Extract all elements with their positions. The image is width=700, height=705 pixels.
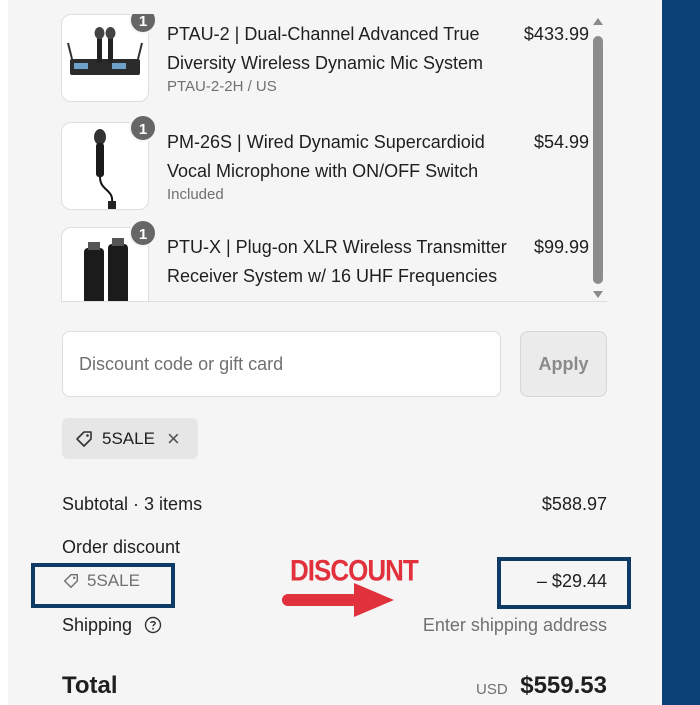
scrollbar-thumb[interactable] [593,36,603,284]
product-title: PTU-X | Plug-on XLR Wireless Transmitter… [167,237,507,286]
product-price: $99.99 [533,237,589,257]
applied-discount-code: 5SALE [102,428,155,448]
subtotal-value: $588.97 [541,494,607,514]
apply-discount-button[interactable]: Apply [520,331,607,397]
items-scrollbar[interactable] [592,14,604,302]
discount-code-highlight-box [31,563,175,608]
cart-item: 1 PTU-X | Plug-on XLR Wireless Transmitt… [61,219,589,301]
cart-items-list[interactable]: 1 PTAU-2 | Dual-Channel Advanced True Di… [61,14,607,302]
help-circle-icon[interactable] [144,616,162,634]
tag-icon [76,430,92,447]
shipping-label: Shipping [62,615,133,635]
currency-code: USD [476,681,508,698]
shipping-value: Enter shipping address [422,615,607,635]
remove-discount-close-icon[interactable]: × [167,427,180,450]
applied-discount-chip: 5SALE × [62,418,198,459]
scroll-up-arrow-icon[interactable] [593,18,603,25]
discount-code-input[interactable] [62,331,501,397]
cart-item: 1 PTAU-2 | Dual-Channel Advanced True Di… [61,14,589,114]
right-side-bar [662,0,700,705]
product-variant: PTAU-2-2H / US [167,78,277,95]
product-title: PM-26S | Wired Dynamic Supercardioid Voc… [167,132,485,181]
total-label: Total [62,672,118,699]
cart-item: 1 PM-26S | Wired Dynamic Supercardioid V… [61,114,589,222]
subtotal-label: Subtotal · 3 items [62,494,203,514]
quantity-badge: 1 [129,219,157,247]
order-discount-label: Order discount [62,537,181,557]
annotation-arrow-icon [282,583,394,617]
product-price: $54.99 [533,132,589,152]
total-value: $559.53 [520,672,607,699]
product-title: PTAU-2 | Dual-Channel Advanced True Dive… [167,24,484,73]
product-price: $433.99 [523,24,589,44]
scroll-down-arrow-icon[interactable] [593,291,603,298]
discount-amount-highlight-box [497,557,631,609]
product-variant: Included [167,186,224,203]
quantity-badge: 1 [129,114,157,142]
